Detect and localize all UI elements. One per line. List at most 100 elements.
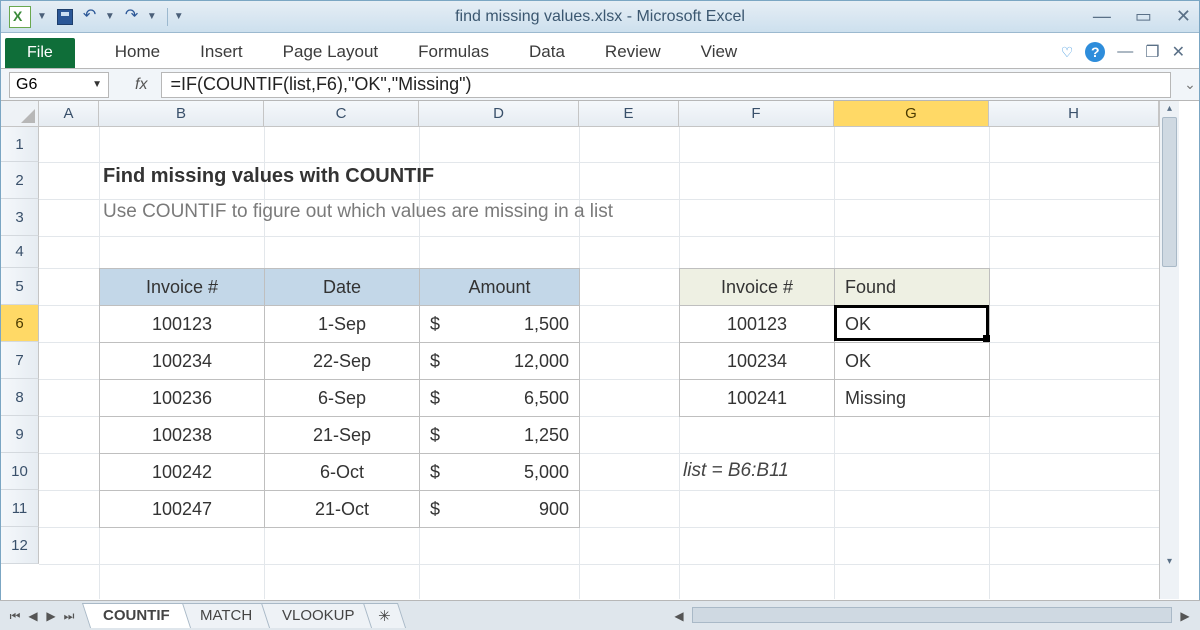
cell-invoice[interactable]: 100242 [100, 454, 265, 491]
cell-invoice[interactable]: 100123 [100, 306, 265, 343]
redo-dropdown[interactable]: ▼ [147, 11, 157, 22]
sheet-nav-first[interactable]: ⏮ [6, 607, 24, 625]
cell-amount[interactable]: $5,000 [420, 454, 580, 491]
column-header[interactable]: E [579, 101, 679, 127]
cell-found[interactable]: Missing [835, 380, 990, 417]
row-header[interactable]: 5 [1, 268, 39, 305]
cell-amount[interactable]: $12,000 [420, 343, 580, 380]
cell-invoice[interactable]: 100238 [100, 417, 265, 454]
tab-formulas[interactable]: Formulas [418, 42, 489, 62]
row-header[interactable]: 2 [1, 162, 39, 199]
cell-invoice[interactable]: 100236 [100, 380, 265, 417]
sheet-tab[interactable]: MATCH [179, 603, 273, 628]
row-header[interactable]: 4 [1, 236, 39, 268]
qat-customize[interactable]: ▼ [174, 11, 184, 22]
column-header[interactable]: G [834, 101, 989, 127]
minimize-button[interactable]: ― [1093, 6, 1111, 27]
sheet-tab[interactable]: VLOOKUP [261, 603, 376, 628]
mdi-restore[interactable]: ❐ [1145, 42, 1159, 62]
tab-view[interactable]: View [701, 42, 738, 62]
cell-date[interactable]: 1-Sep [265, 306, 420, 343]
scroll-down-arrow[interactable]: ▾ [1160, 556, 1179, 567]
mdi-minimize[interactable]: ― [1117, 43, 1133, 61]
help-icon[interactable]: ? [1085, 42, 1105, 62]
ribbon-right: ♡ ? ― ❐ ✕ [1061, 42, 1199, 68]
cell-invoice[interactable]: 100123 [680, 306, 835, 343]
column-header[interactable]: C [264, 101, 419, 127]
save-icon[interactable] [57, 9, 73, 25]
formula-input[interactable]: =IF(COUNTIF(list,F6),"OK","Missing") [161, 72, 1171, 98]
row-header[interactable]: 9 [1, 416, 39, 453]
column-header[interactable]: B [99, 101, 264, 127]
row-header[interactable]: 3 [1, 199, 39, 236]
horizontal-scrollbar[interactable]: ◀ ▶ [670, 607, 1194, 625]
row-header[interactable]: 6 [1, 305, 39, 342]
column-header[interactable]: H [989, 101, 1159, 127]
row-header[interactable]: 10 [1, 453, 39, 490]
cell-date[interactable]: 21-Oct [265, 491, 420, 528]
sheet-tabs: COUNTIF MATCH VLOOKUP ✳ [86, 603, 398, 628]
close-button[interactable]: ✕ [1176, 6, 1191, 27]
cell-amount[interactable]: $1,500 [420, 306, 580, 343]
file-tab[interactable]: File [5, 38, 75, 68]
table-header: Invoice # [680, 269, 835, 306]
cell-date[interactable]: 21-Sep [265, 417, 420, 454]
ribbon-minimize-icon[interactable]: ♡ [1061, 44, 1074, 61]
tab-page-layout[interactable]: Page Layout [283, 42, 378, 62]
cell-date[interactable]: 6-Oct [265, 454, 420, 491]
new-sheet-button[interactable]: ✳ [363, 603, 406, 628]
row-header[interactable]: 1 [1, 127, 39, 162]
hscroll-thumb[interactable] [692, 607, 1172, 623]
maximize-button[interactable]: ▭ [1135, 6, 1152, 27]
mdi-close[interactable]: ✕ [1172, 42, 1185, 62]
name-box[interactable]: G6 ▼ [9, 72, 109, 98]
cell-found[interactable]: OK [835, 343, 990, 380]
tab-home[interactable]: Home [115, 42, 160, 62]
found-table: Invoice # Found 100123OK100234OK100241Mi… [679, 268, 990, 417]
scroll-thumb[interactable] [1162, 117, 1177, 267]
hscroll-left[interactable]: ◀ [670, 607, 688, 625]
cell-invoice[interactable]: 100234 [680, 343, 835, 380]
cell-invoice[interactable]: 100241 [680, 380, 835, 417]
fx-button[interactable]: fx [135, 76, 147, 94]
table-row: 100123OK [680, 306, 990, 343]
sheet-nav-prev[interactable]: ◀ [24, 607, 42, 625]
hscroll-right[interactable]: ▶ [1176, 607, 1194, 625]
row-header[interactable]: 12 [1, 527, 39, 564]
row-header[interactable]: 11 [1, 490, 39, 527]
sheet-nav-last[interactable]: ⏭ [60, 607, 78, 625]
row-header[interactable]: 7 [1, 342, 39, 379]
table-row: 10023422-Sep$12,000 [100, 343, 580, 380]
window-titlebar: ▼ ↶▼ ↷▼ ▼ find missing values.xlsx - Mic… [1, 1, 1199, 33]
sheet-tab[interactable]: COUNTIF [82, 603, 191, 628]
cell-invoice[interactable]: 100247 [100, 491, 265, 528]
cell-date[interactable]: 6-Sep [265, 380, 420, 417]
undo-icon[interactable]: ↶ [83, 9, 99, 25]
scroll-up-arrow[interactable]: ▴ [1160, 103, 1179, 114]
cell-amount[interactable]: $6,500 [420, 380, 580, 417]
column-header[interactable]: F [679, 101, 834, 127]
cell-found[interactable]: OK [835, 306, 990, 343]
undo-dropdown[interactable]: ▼ [105, 11, 115, 22]
redo-icon[interactable]: ↷ [125, 9, 141, 25]
excel-icon[interactable] [9, 6, 31, 28]
row-header[interactable]: 8 [1, 379, 39, 416]
name-box-dropdown[interactable]: ▼ [92, 79, 102, 90]
tab-data[interactable]: Data [529, 42, 565, 62]
table-row: 1001231-Sep$1,500 [100, 306, 580, 343]
cell-invoice[interactable]: 100234 [100, 343, 265, 380]
cell-amount[interactable]: $1,250 [420, 417, 580, 454]
sheet-nav-next[interactable]: ▶ [42, 607, 60, 625]
cells-area[interactable]: Find missing values with COUNTIF Use COU… [39, 127, 1159, 599]
formula-expand[interactable]: ⌄ [1181, 76, 1199, 93]
select-all-corner[interactable] [1, 101, 39, 127]
tab-insert[interactable]: Insert [200, 42, 243, 62]
vertical-scrollbar[interactable]: ▴ ▾ [1159, 101, 1179, 599]
column-header[interactable]: D [419, 101, 579, 127]
app-menu-dropdown[interactable]: ▼ [37, 11, 47, 22]
spreadsheet-grid: ABCDEFGH 123456789101112 Find missing va… [1, 101, 1199, 599]
cell-date[interactable]: 22-Sep [265, 343, 420, 380]
cell-amount[interactable]: $900 [420, 491, 580, 528]
column-header[interactable]: A [39, 101, 99, 127]
tab-review[interactable]: Review [605, 42, 661, 62]
